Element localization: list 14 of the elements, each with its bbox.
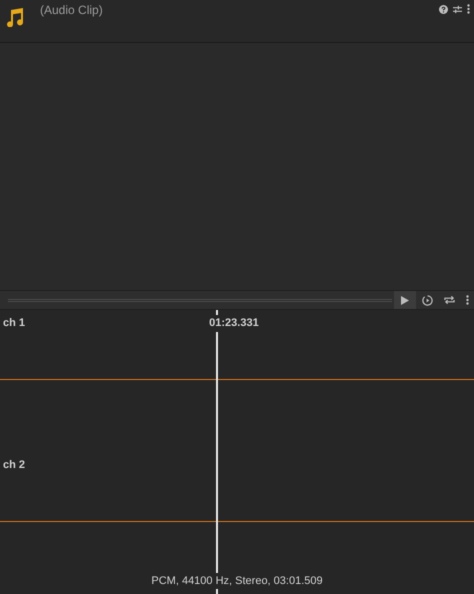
help-icon[interactable] [439, 4, 448, 14]
time-label: 01:23.331 [209, 315, 259, 332]
more-icon [466, 295, 468, 305]
sliders-icon[interactable] [453, 4, 462, 14]
clip-title: (Audio Clip) [40, 2, 103, 19]
play-button[interactable] [394, 291, 416, 309]
replay-icon [422, 294, 432, 306]
loop-icon [444, 295, 454, 305]
play-icon [401, 296, 409, 304]
clip-info: PCM, 44100 Hz, Stereo, 03:01.509 [151, 572, 323, 589]
music-note-icon [5, 7, 25, 27]
channel-label: ch 2 [3, 458, 26, 473]
more-icon[interactable] [467, 4, 470, 14]
channel-label: ch 1 [3, 316, 26, 331]
